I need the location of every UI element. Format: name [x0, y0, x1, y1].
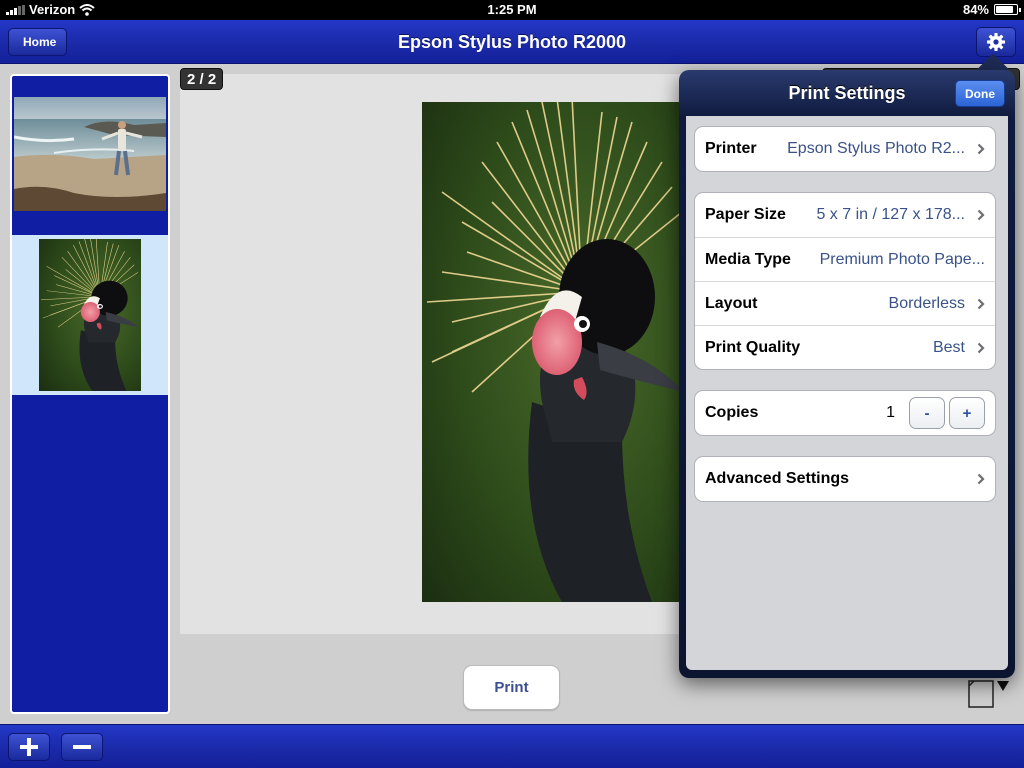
media-type-row[interactable]: Media Type Premium Photo Pape...	[695, 237, 995, 281]
paper-size-value: 5 x 7 in / 127 x 178...	[794, 206, 965, 224]
printer-label: Printer	[705, 140, 757, 158]
print-settings-popover: Print Settings Done Printer Epson Stylus…	[679, 70, 1015, 678]
settings-button[interactable]	[976, 27, 1016, 57]
settings-list: Printer Epson Stylus Photo R2... Paper S…	[686, 116, 1008, 670]
advanced-group: Advanced Settings	[694, 456, 996, 502]
paper-size-row[interactable]: Paper Size 5 x 7 in / 127 x 178...	[695, 193, 995, 237]
orientation-dropdown-arrow-icon[interactable]	[997, 681, 1009, 691]
plus-icon	[19, 737, 39, 757]
print-quality-row[interactable]: Print Quality Best	[695, 325, 995, 369]
print-quality-label: Print Quality	[705, 339, 800, 357]
printer-value: Epson Stylus Photo R2...	[765, 140, 965, 158]
chevron-right-icon	[971, 298, 985, 310]
beach-photo-thumbnail	[14, 97, 166, 211]
copies-row: Copies 1 - +	[695, 391, 995, 435]
bird-photo-thumbnail	[39, 239, 141, 391]
bird-photo-preview	[422, 102, 690, 602]
page-title: Epson Stylus Photo R2000	[0, 20, 1024, 64]
copies-label: Copies	[705, 404, 758, 422]
page-orientation-icon[interactable]	[968, 680, 994, 708]
remove-photo-button[interactable]	[61, 733, 103, 761]
layout-value: Borderless	[765, 295, 965, 313]
layout-label: Layout	[705, 295, 757, 313]
advanced-settings-label: Advanced Settings	[705, 470, 849, 488]
battery-percent: 84%	[963, 2, 989, 17]
page-counter-badge: 2 / 2	[180, 68, 223, 90]
thumbnail-beach-photo[interactable]	[12, 76, 168, 232]
print-quality-value: Best	[808, 339, 965, 357]
done-button[interactable]: Done	[955, 80, 1005, 107]
advanced-settings-row[interactable]: Advanced Settings	[695, 457, 995, 501]
add-photo-button[interactable]	[8, 733, 50, 761]
chevron-right-icon	[971, 209, 985, 221]
printer-row[interactable]: Printer Epson Stylus Photo R2...	[695, 127, 995, 171]
battery-info: 84%	[963, 2, 1018, 17]
printer-group: Printer Epson Stylus Photo R2...	[694, 126, 996, 172]
gear-icon	[986, 32, 1006, 52]
status-bar: Verizon 1:25 PM 84%	[0, 0, 1024, 20]
chevron-right-icon	[971, 143, 985, 155]
decrease-copies-button[interactable]: -	[909, 397, 945, 429]
bottom-toolbar	[0, 724, 1024, 768]
battery-icon	[994, 4, 1018, 15]
home-button-label: Home	[23, 35, 56, 49]
navigation-bar: Epson Stylus Photo R2000 Home	[0, 20, 1024, 64]
thumbnail-bird-photo-selected[interactable]	[12, 235, 168, 395]
copies-count: 1	[886, 404, 895, 422]
copies-group: Copies 1 - +	[694, 390, 996, 436]
media-type-value: Premium Photo Pape...	[799, 251, 985, 269]
chevron-right-icon	[971, 473, 985, 485]
status-time: 1:25 PM	[0, 2, 1024, 17]
minus-icon	[72, 737, 92, 757]
media-type-label: Media Type	[705, 251, 791, 269]
print-button[interactable]: Print	[463, 665, 560, 710]
thumbnail-list[interactable]	[10, 74, 170, 714]
paper-size-label: Paper Size	[705, 206, 786, 224]
increase-copies-button[interactable]: +	[949, 397, 985, 429]
paper-settings-group: Paper Size 5 x 7 in / 127 x 178... Media…	[694, 192, 996, 370]
chevron-right-icon	[971, 342, 985, 354]
layout-row[interactable]: Layout Borderless	[695, 281, 995, 325]
home-button[interactable]: Home	[8, 28, 67, 56]
